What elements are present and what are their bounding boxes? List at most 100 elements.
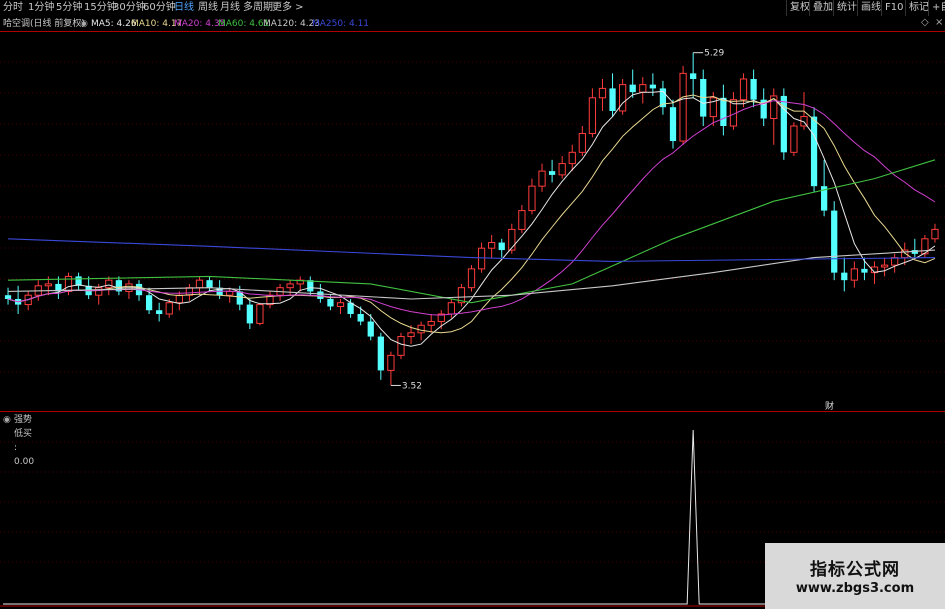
candle xyxy=(518,204,526,234)
candle xyxy=(720,84,727,136)
candle xyxy=(488,235,496,258)
candle xyxy=(578,126,586,157)
candle xyxy=(538,163,546,192)
candle xyxy=(296,276,304,292)
candle-body-up xyxy=(850,268,858,281)
finance-event-marker: 财 xyxy=(825,400,834,412)
candle-body-down xyxy=(750,79,757,100)
candle xyxy=(276,283,284,301)
candle-body-down xyxy=(4,295,12,299)
candle xyxy=(739,73,748,108)
candle-body-up xyxy=(165,302,173,315)
candle-body-up xyxy=(508,228,516,251)
candle xyxy=(659,80,667,115)
candle-body-up xyxy=(336,302,345,307)
watermark: 指标公式网 www.zbgs3.com xyxy=(765,543,945,609)
candle xyxy=(226,287,234,303)
candle-body-up xyxy=(105,279,113,289)
candle xyxy=(24,291,32,311)
candle-body-up xyxy=(417,324,425,334)
candle-body-up xyxy=(185,287,194,296)
candle-body-up xyxy=(397,336,405,356)
candle-body-down xyxy=(720,97,727,126)
candle xyxy=(528,178,536,215)
candle-body-down xyxy=(649,84,656,89)
candle xyxy=(266,291,274,309)
candle-body-up xyxy=(387,354,395,371)
candle xyxy=(729,92,738,130)
candle xyxy=(498,238,505,258)
candle-body-up xyxy=(538,170,546,187)
candle xyxy=(457,283,466,307)
candle xyxy=(508,223,516,254)
candle-body-down xyxy=(357,314,364,322)
candle xyxy=(850,261,858,288)
candle-body-down xyxy=(367,321,374,337)
candles-layer xyxy=(4,52,939,386)
kline-chart: 5.29 3.52 财 xyxy=(0,31,945,607)
candle-body-up xyxy=(195,279,204,289)
candle-body-down xyxy=(609,88,616,111)
candle xyxy=(669,99,677,149)
candle xyxy=(629,69,636,98)
indicator-dot-icon[interactable]: ◉ xyxy=(3,413,11,427)
low-price-label: 3.52 xyxy=(402,381,422,391)
candle-body-down xyxy=(831,210,838,273)
ma250-line xyxy=(7,238,936,262)
candle-body-up xyxy=(477,247,486,270)
candle xyxy=(558,156,566,179)
candle-body-up xyxy=(256,304,264,324)
candle-body-down xyxy=(810,116,818,187)
candle-body-down xyxy=(861,268,868,273)
candle-body-up xyxy=(598,87,607,99)
candle xyxy=(831,201,838,281)
candle-body-up xyxy=(588,97,597,135)
candle xyxy=(4,287,12,305)
candle-body-down xyxy=(327,298,334,307)
candle-body-up xyxy=(639,84,647,93)
candle xyxy=(790,122,798,157)
candle-body-down xyxy=(548,171,556,175)
candle-body-up xyxy=(467,268,476,289)
candle xyxy=(467,265,476,292)
candle-body-down xyxy=(669,107,677,142)
candle-body-up xyxy=(286,283,294,289)
candle xyxy=(175,291,183,311)
candle-body-up xyxy=(619,84,627,112)
candle-body-down xyxy=(690,73,697,79)
candle xyxy=(760,88,767,126)
candle-body-up xyxy=(488,242,496,249)
candle xyxy=(336,298,345,314)
candle-body-up xyxy=(518,210,526,230)
candle-body-up xyxy=(739,78,748,101)
high-price-label: 5.29 xyxy=(704,49,724,59)
candle-body-up xyxy=(790,125,798,153)
candle xyxy=(156,302,163,322)
candle xyxy=(588,88,597,138)
candle-body-up xyxy=(558,163,566,176)
candle-body-down xyxy=(841,272,848,281)
candle-body-down xyxy=(246,304,253,324)
candle xyxy=(679,65,687,145)
candle-body-down xyxy=(145,295,153,311)
candle-body-up xyxy=(447,302,455,315)
candle-body-down xyxy=(307,280,314,292)
candle xyxy=(639,77,647,104)
candle xyxy=(206,276,213,292)
candle xyxy=(841,257,848,292)
candle-body-up xyxy=(568,151,576,165)
candle-body-up xyxy=(931,228,939,240)
candle-body-up xyxy=(901,249,909,259)
candle-body-up xyxy=(578,133,586,153)
candle-body-up xyxy=(679,72,687,142)
candle-body-up xyxy=(44,283,52,287)
candle-body-up xyxy=(891,257,899,266)
candle xyxy=(780,88,787,160)
candle xyxy=(367,314,374,341)
candle-body-up xyxy=(880,264,889,268)
watermark-url: www.zbgs3.com xyxy=(795,581,915,596)
candle xyxy=(821,159,828,217)
candle-body-down xyxy=(206,280,213,288)
candle xyxy=(427,314,435,333)
candle-body-up xyxy=(427,321,435,326)
